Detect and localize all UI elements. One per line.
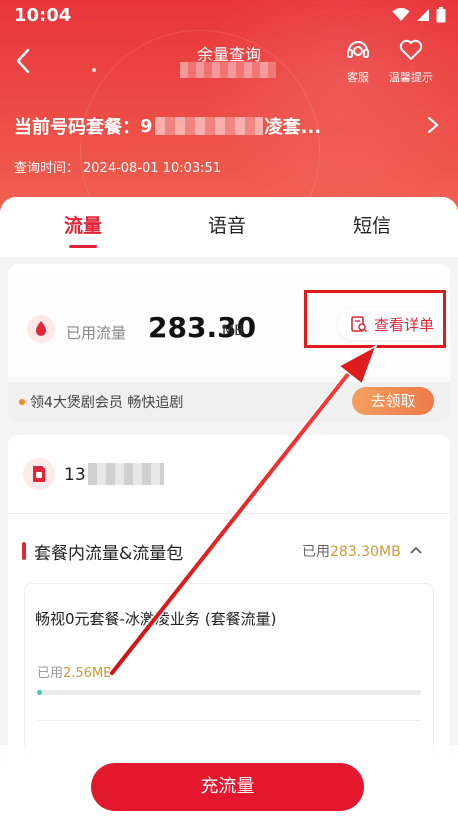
divider bbox=[37, 720, 421, 721]
query-time-label: 查询时间： bbox=[14, 161, 80, 176]
current-plan-row[interactable]: 当前号码套餐： 9 凌套... bbox=[14, 112, 444, 140]
package-item-name: 畅视0元套餐-冰激凌业务 (套餐流量) bbox=[35, 610, 277, 628]
customer-service-label: 客服 bbox=[347, 71, 369, 84]
status-bar: 10:04 bbox=[0, 0, 458, 32]
package-progress-fill bbox=[37, 690, 42, 695]
package-item-used: 已用2.56MB bbox=[37, 662, 112, 681]
top-up-data-button[interactable]: 充流量 bbox=[91, 763, 364, 811]
chevron-up-icon[interactable] bbox=[410, 546, 422, 554]
package-used-label: 已用 bbox=[302, 544, 330, 560]
heart-icon bbox=[399, 39, 423, 60]
tab-data[interactable]: 流量 bbox=[43, 211, 123, 248]
wifi-icon bbox=[392, 8, 410, 21]
promo-dot-icon bbox=[19, 399, 25, 405]
promo-banner: 领4大煲剧会员 畅快追剧 去领取 bbox=[8, 382, 450, 422]
package-section-title: 套餐内流量&流量包 bbox=[34, 544, 184, 564]
package-progress-bar bbox=[37, 690, 421, 695]
tab-voice-label: 语音 bbox=[207, 215, 246, 237]
tab-data-label: 流量 bbox=[63, 215, 102, 237]
tab-voice[interactable]: 语音 bbox=[187, 211, 267, 238]
promo-text: 领4大煲剧会员 畅快追剧 bbox=[30, 395, 184, 411]
customer-service-button[interactable]: 客服 bbox=[340, 36, 376, 85]
package-item-used-value: 2.56MB bbox=[63, 666, 113, 681]
data-drop-icon bbox=[27, 315, 55, 343]
signal-icon bbox=[417, 9, 429, 21]
package-item-used-label: 已用 bbox=[37, 666, 64, 681]
plan-label: 当前号码套餐： bbox=[14, 117, 140, 138]
divider bbox=[8, 513, 450, 514]
status-time: 10:04 bbox=[14, 5, 72, 26]
battery-icon bbox=[436, 7, 446, 23]
annotation-highlight-box bbox=[304, 290, 446, 348]
plan-name-suffix: 凌套... bbox=[264, 117, 322, 138]
tab-bar: 流量 语音 短信 bbox=[0, 197, 458, 257]
used-data-unit: MB bbox=[222, 323, 244, 339]
tips-label: 温馨提示 bbox=[389, 71, 433, 84]
plan-name-prefix: 9 bbox=[140, 115, 153, 137]
nav-bar: 余量查询 客服 温馨提示 bbox=[0, 32, 458, 92]
query-time-value: 2024-08-01 10:03:51 bbox=[83, 161, 222, 176]
status-icons bbox=[392, 7, 446, 23]
masked-account-number bbox=[88, 463, 164, 485]
sim-card-icon bbox=[23, 458, 55, 490]
query-time: 查询时间： 2024-08-01 10:03:51 bbox=[14, 157, 221, 176]
claim-button[interactable]: 去领取 bbox=[352, 387, 434, 415]
headset-icon bbox=[347, 41, 369, 58]
chevron-right-icon bbox=[427, 116, 439, 134]
used-data-label: 已用流量 bbox=[66, 324, 127, 342]
tab-sms[interactable]: 短信 bbox=[332, 211, 412, 238]
tab-sms-label: 短信 bbox=[352, 215, 391, 237]
masked-phone-number bbox=[180, 62, 276, 78]
masked-plan-name bbox=[154, 117, 263, 135]
tips-button[interactable]: 温馨提示 bbox=[383, 36, 439, 85]
package-section-used[interactable]: 已用283.30MB bbox=[302, 541, 401, 561]
account-number-prefix: 13 bbox=[64, 465, 86, 485]
section-accent-bar bbox=[22, 542, 26, 560]
package-used-value: 283.30MB bbox=[330, 544, 401, 560]
tab-active-indicator bbox=[69, 245, 97, 248]
